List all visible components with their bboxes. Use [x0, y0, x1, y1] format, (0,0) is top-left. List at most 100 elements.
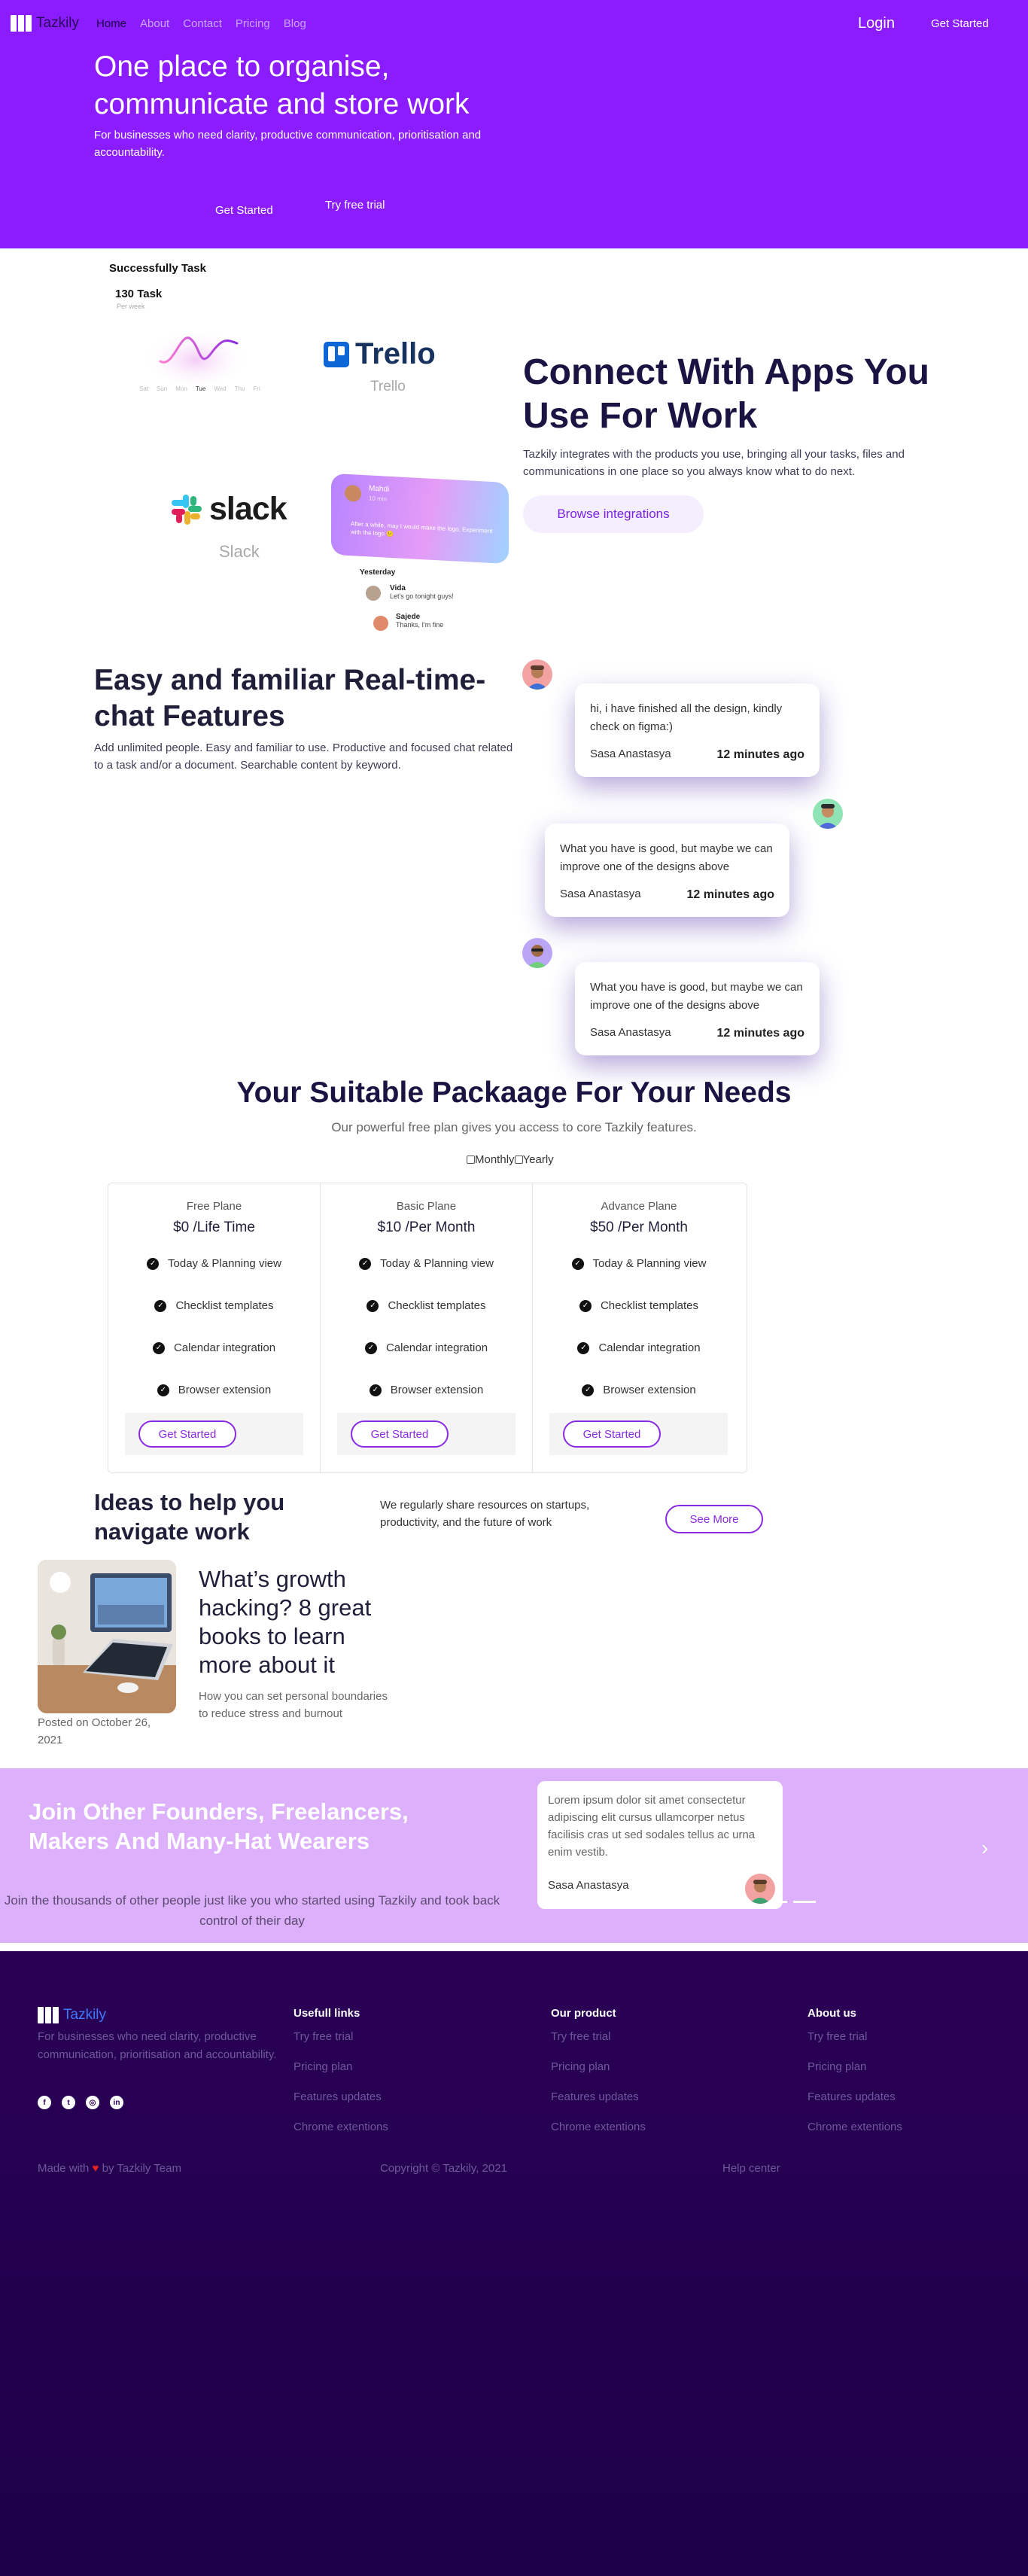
see-more-button[interactable]: See More: [665, 1505, 763, 1533]
avatar: [373, 616, 388, 631]
slack-wordmark: slack: [209, 491, 287, 527]
pricing-subtitle: Our powerful free plan gives you access …: [331, 1120, 697, 1134]
footer-link[interactable]: Try free trial: [807, 2030, 996, 2044]
footer-link[interactable]: Features updates: [293, 2090, 482, 2104]
avatar: [813, 799, 843, 829]
plan-feature-label: Checklist templates: [600, 1299, 699, 1312]
nav-link-about[interactable]: About: [140, 17, 169, 30]
instagram-icon[interactable]: ◎: [86, 2096, 99, 2109]
plan-get-started-button[interactable]: Get Started: [563, 1420, 661, 1448]
plan-feature: ✓ Today & Planning view: [533, 1257, 745, 1270]
yearly-checkbox[interactable]: [514, 1156, 523, 1164]
chat-bubble-author: Sasa Anastasya: [560, 888, 641, 900]
plan-feature-label: Browser extension: [603, 1384, 696, 1396]
footer-brand[interactable]: Tazkily: [38, 2007, 106, 2023]
chat-bubble-text: What you have is good, but maybe we can …: [560, 842, 773, 873]
check-icon: ✓: [364, 1341, 377, 1354]
plan-feature: ✓ Checklist templates: [533, 1299, 745, 1312]
footer-link[interactable]: Pricing plan: [551, 2060, 739, 2074]
nav-link-home[interactable]: Home: [96, 17, 126, 30]
avatar: [366, 586, 381, 601]
realtime-text: Add unlimited people. Easy and familiar …: [94, 741, 513, 772]
pricing-plans: Free Plane $0 /Life Time ✓ Today & Planni…: [108, 1183, 747, 1473]
plan-footer: Get Started: [549, 1413, 728, 1455]
facebook-icon[interactable]: f: [38, 2096, 51, 2109]
integrations-heading: Connect With Apps You Use For Work: [523, 352, 929, 436]
mini-message-text: Thanks, I'm fine: [396, 621, 444, 629]
chat-card-time: 10 min: [369, 495, 388, 503]
plan-feature: ✓ Today & Planning view: [108, 1257, 320, 1270]
help-center-link[interactable]: Help center: [722, 2162, 780, 2175]
twitter-icon[interactable]: t: [62, 2096, 75, 2109]
pricing-heading: Your Suitable Packaage For Your Needs: [236, 1076, 792, 1109]
chat-bubble: What you have is good, but maybe we can …: [575, 962, 820, 1055]
plan-feature-label: Today & Planning view: [380, 1257, 494, 1270]
login-link[interactable]: Login: [858, 15, 895, 32]
check-icon: ✓: [579, 1299, 592, 1312]
plan-feature-label: Checklist templates: [175, 1299, 274, 1312]
chat-bubble-text: hi, i have finished all the design, kind…: [590, 702, 783, 733]
footer-description: For businesses who need clarity, product…: [38, 2030, 277, 2061]
plan-card-advance: Advance Plane $50 /Per Month ✓ Today & Pl…: [533, 1183, 745, 1472]
nav-get-started-button[interactable]: Get Started: [931, 17, 989, 30]
plan-price: $0 /Life Time: [173, 1219, 255, 1235]
brand-name: Tazkily: [36, 15, 80, 31]
plan-feature: ✓ Calendar integration: [321, 1341, 532, 1354]
check-icon: ✓: [577, 1341, 590, 1354]
footer-link[interactable]: Features updates: [551, 2090, 739, 2104]
plan-feature-label: Browser extension: [390, 1384, 484, 1396]
trello-logo: Trello: [324, 337, 436, 371]
monthly-checkbox[interactable]: [467, 1156, 475, 1164]
trello-icon: [324, 341, 349, 367]
blog-post-date: Posted on October 26, 2021: [38, 1716, 151, 1746]
chat-bubble-author: Sasa Anastasya: [590, 748, 671, 760]
blog-post-title[interactable]: What’s growth hacking? 8 great books to …: [199, 1565, 402, 1679]
chat-preview-card: Mahdi 10 min After a while, may I would …: [331, 473, 509, 565]
chat-bubble-time: 12 minutes ago: [716, 1027, 804, 1040]
testimonial-author: Sasa Anastasya: [548, 1879, 629, 1892]
plan-card-basic: Basic Plane $10 /Per Month ✓ Today & Plan…: [321, 1183, 533, 1472]
avatar: [522, 659, 552, 690]
task-widget-days: Sat Sun Mon Tue Wed Thu Fri: [139, 385, 260, 392]
nav-link-pricing[interactable]: Pricing: [236, 17, 270, 30]
made-with-prefix: Made with: [38, 2162, 90, 2175]
task-widget-count: 130 Task: [115, 288, 163, 300]
footer-link[interactable]: Pricing plan: [293, 2060, 482, 2074]
plan-price: $10 /Per Month: [377, 1219, 476, 1235]
blog-post-excerpt: How you can set personal boundaries to r…: [199, 1690, 388, 1720]
plan-feature-label: Calendar integration: [173, 1341, 276, 1354]
footer-column: About us Try free trial Pricing plan Fea…: [807, 2007, 996, 2151]
browse-integrations-button[interactable]: Browse integrations: [523, 495, 704, 533]
plan-feature-label: Today & Planning view: [168, 1257, 281, 1270]
day-label: Sun: [157, 385, 168, 392]
plan-get-started-button[interactable]: Get Started: [138, 1420, 236, 1448]
chevron-right-icon[interactable]: ›: [981, 1836, 988, 1860]
plan-card-free: Free Plane $0 /Life Time ✓ Today & Planni…: [108, 1183, 321, 1472]
hero-get-started-button[interactable]: Get Started: [215, 204, 273, 217]
nav-link-blog[interactable]: Blog: [284, 17, 306, 30]
founders-section: Join Other Founders, Freelancers, Makers…: [0, 1768, 1028, 1943]
plan-get-started-button[interactable]: Get Started: [351, 1420, 449, 1448]
footer-link[interactable]: Chrome extentions: [807, 2121, 996, 2134]
task-stats-widget: Successfully Task 130 Task Per week Sat …: [109, 262, 282, 397]
blog-post-image[interactable]: [38, 1560, 176, 1713]
carousel-dot[interactable]: [775, 1901, 787, 1903]
footer-link[interactable]: Chrome extentions: [551, 2121, 739, 2134]
footer-link[interactable]: Pricing plan: [807, 2060, 996, 2074]
footer-link[interactable]: Try free trial: [293, 2030, 482, 2044]
nav-brand[interactable]: Tazkily: [11, 15, 79, 32]
footer: Tazkily For businesses who need clarity,…: [0, 1951, 1028, 2576]
chat-bubble: What you have is good, but maybe we can …: [545, 824, 789, 917]
hero-free-trial-button[interactable]: Try free trial: [325, 199, 385, 212]
carousel-dots: [775, 1901, 816, 1903]
hero-title: One place to organise, communicate and s…: [94, 50, 470, 120]
founders-text: Join the thousands of other people just …: [4, 1893, 500, 1928]
footer-link[interactable]: Chrome extentions: [293, 2121, 482, 2134]
linkedin-icon[interactable]: in: [110, 2096, 123, 2109]
trello-wordmark: Trello: [355, 337, 436, 370]
footer-link[interactable]: Features updates: [807, 2090, 996, 2104]
nav-link-contact[interactable]: Contact: [183, 17, 222, 30]
carousel-dot-active[interactable]: [793, 1901, 816, 1903]
trello-caption: Trello: [370, 379, 406, 394]
footer-link[interactable]: Try free trial: [551, 2030, 739, 2044]
